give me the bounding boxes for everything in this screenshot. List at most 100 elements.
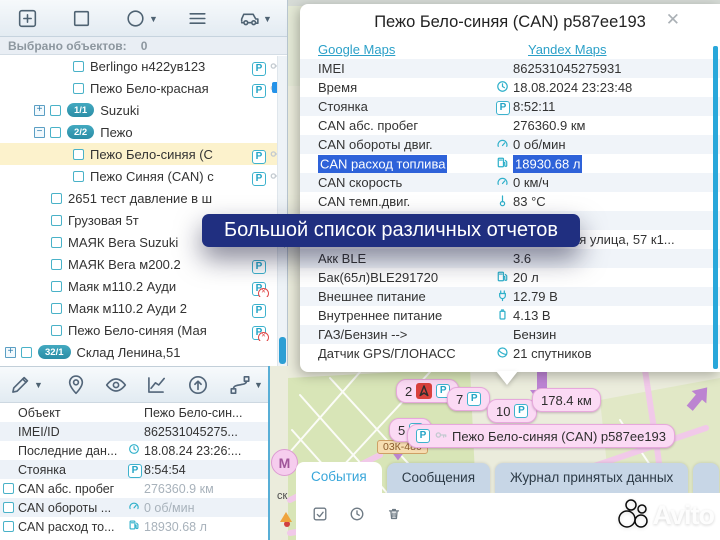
avito-logo-icon xyxy=(618,499,650,531)
parking-icon[interactable]: P xyxy=(252,84,266,98)
satellite-icon xyxy=(496,346,509,359)
tree-scrollbar[interactable] xyxy=(277,56,287,366)
clock-icon xyxy=(496,80,509,93)
map-unit-bubble[interactable]: PПежо Бело-синяя (CAN) р587ее193 xyxy=(407,424,675,448)
collapse-icon[interactable]: − xyxy=(34,127,45,138)
parking-icon-error[interactable]: P xyxy=(252,326,266,340)
unit-label: Грузовая 5т xyxy=(68,213,139,228)
parking-icon[interactable]: P xyxy=(252,62,266,76)
tree-unit-row[interactable]: Berlingo н422ув123P xyxy=(0,55,287,77)
unit-checkbox[interactable] xyxy=(50,127,61,138)
tree-unit-row[interactable]: +32/1Склад Ленина,51 xyxy=(0,341,287,363)
route-icon[interactable]: ▼ xyxy=(228,373,263,397)
unit-checkbox[interactable] xyxy=(73,171,84,182)
unit-checkbox[interactable] xyxy=(21,347,32,358)
unit-checkbox[interactable] xyxy=(51,193,62,204)
parking-icon: P xyxy=(514,404,528,418)
info-value: Пежо Бело-син... xyxy=(144,406,242,420)
unit-checkbox[interactable] xyxy=(51,259,62,270)
unit-checkbox[interactable] xyxy=(51,215,62,226)
map-unit-bubble[interactable]: 178.4 км xyxy=(532,388,601,412)
export-icon[interactable] xyxy=(186,373,210,397)
popup-row-value: 4.13 В xyxy=(513,308,551,323)
tree-scrollbar-thumb[interactable] xyxy=(279,337,286,364)
circle-tool-icon[interactable]: ▼ xyxy=(124,7,158,30)
unit-checkbox[interactable] xyxy=(73,61,84,72)
tree-unit-row[interactable]: Пежо Бело-синяя (МаяP xyxy=(0,319,287,341)
tab-Журнал принятых данных[interactable]: Журнал принятых данных xyxy=(495,463,688,494)
info-row: IMEI/ID862531045275... xyxy=(0,422,268,441)
time-icon[interactable] xyxy=(349,506,365,522)
tab-partial[interactable] xyxy=(693,463,719,494)
map-unit-bubble[interactable]: 7P xyxy=(447,387,490,411)
sensor-checkbox[interactable] xyxy=(3,483,14,494)
sensor-checkbox[interactable] xyxy=(3,502,14,513)
unit-checkbox[interactable] xyxy=(73,149,84,160)
bottom-tabs: СобытияСообщенияЖурнал принятых данных xyxy=(296,462,719,494)
add-unit-icon[interactable] xyxy=(16,7,39,30)
tab-Сообщения[interactable]: Сообщения xyxy=(387,463,490,494)
tree-unit-row[interactable]: 2651 тест давление в ш xyxy=(0,187,287,209)
tree-unit-row[interactable]: Маяк м110.2 АудиP xyxy=(0,275,287,297)
unit-checkbox[interactable] xyxy=(51,237,62,248)
unit-tree: Berlingo н422ув123PПежо Бело-краснаяP+1/… xyxy=(0,55,287,363)
yandex-maps-link[interactable]: Yandex Maps xyxy=(528,42,607,57)
tree-unit-row[interactable]: Пежо Бело-краснаяP xyxy=(0,77,287,99)
parking-icon[interactable]: P xyxy=(252,260,266,274)
chart-icon[interactable] xyxy=(144,373,168,397)
tab-События[interactable]: События xyxy=(296,462,382,494)
info-value: 18930.68 л xyxy=(144,520,207,534)
popup-row: IMEI862531045275931 xyxy=(300,59,720,78)
popup-row-value: 3.6 xyxy=(513,251,531,266)
unit-checkbox[interactable] xyxy=(51,281,62,292)
close-icon[interactable]: ✕ xyxy=(666,11,680,28)
popup-pointer xyxy=(496,371,518,385)
parking-icon[interactable]: P xyxy=(252,304,266,318)
location-pin-icon[interactable] xyxy=(64,373,88,397)
tree-unit-row[interactable]: −2/2Пежо xyxy=(0,121,287,143)
popup-row-value: Бензин xyxy=(513,327,556,342)
bubble-text: 5 xyxy=(398,423,405,438)
popup-row-value: 18930.68 л xyxy=(513,156,582,171)
eye-icon[interactable] xyxy=(104,373,128,397)
edit-icon[interactable]: ▼ xyxy=(8,373,43,397)
unit-checkbox[interactable] xyxy=(50,105,61,116)
unit-checkbox[interactable] xyxy=(51,325,62,336)
convoy-icon[interactable]: ▼ xyxy=(238,7,272,30)
tree-unit-row[interactable]: Пежо Бело-синяя (СP xyxy=(0,143,287,165)
popup-row-value: 0 об/мин xyxy=(513,137,566,152)
tree-unit-row[interactable]: МАЯК Вега м200.2P xyxy=(0,253,287,275)
map-unit-bubble[interactable]: 10P xyxy=(487,399,537,423)
list-view-icon[interactable] xyxy=(186,7,209,30)
unit-checkbox[interactable] xyxy=(51,303,62,314)
unit-label: 2651 тест давление в ш xyxy=(68,191,212,206)
popup-row: Датчик GPS/ГЛОНАСС21 спутников xyxy=(300,344,720,363)
info-value: 276360.9 км xyxy=(144,482,214,496)
parking-icon[interactable]: P xyxy=(252,150,266,164)
parking-icon[interactable]: P xyxy=(252,172,266,186)
tracking-app: 2P7P10P178.4 км5PPПежо Бело-синяя (CAN) … xyxy=(0,0,720,540)
popup-row-label: ГАЗ/Бензин --> xyxy=(318,327,496,342)
google-maps-link[interactable]: Google Maps xyxy=(318,42,395,57)
map-warning-marker xyxy=(280,512,292,522)
popup-row-label: Датчик GPS/ГЛОНАСС xyxy=(318,346,496,361)
info-label: Объект xyxy=(18,406,128,420)
popup-scrollbar[interactable] xyxy=(713,46,718,369)
expand-icon[interactable]: + xyxy=(34,105,45,116)
popup-row-value: 20 л xyxy=(513,270,539,285)
select-all-icon[interactable] xyxy=(312,506,328,522)
popup-row: CAN скорость0 км/ч xyxy=(300,173,720,192)
popup-row-label: Внутреннее питание xyxy=(318,308,496,323)
parking-icon: P xyxy=(496,101,510,115)
expand-icon[interactable]: + xyxy=(5,347,16,358)
tree-unit-row[interactable]: +1/1Suzuki xyxy=(0,99,287,121)
sensor-checkbox[interactable] xyxy=(3,521,14,532)
parking-icon-error[interactable]: P xyxy=(252,282,266,296)
geofence-icon[interactable] xyxy=(70,7,93,30)
delete-icon[interactable] xyxy=(386,506,402,522)
tree-unit-row[interactable]: Пежо Синяя (CAN) сP xyxy=(0,165,287,187)
popup-row-label: CAN скорость xyxy=(318,175,496,190)
popup-row: СтоянкаP8:52:11 xyxy=(300,97,720,116)
tree-unit-row[interactable]: Маяк м110.2 Ауди 2P xyxy=(0,297,287,319)
unit-checkbox[interactable] xyxy=(73,83,84,94)
